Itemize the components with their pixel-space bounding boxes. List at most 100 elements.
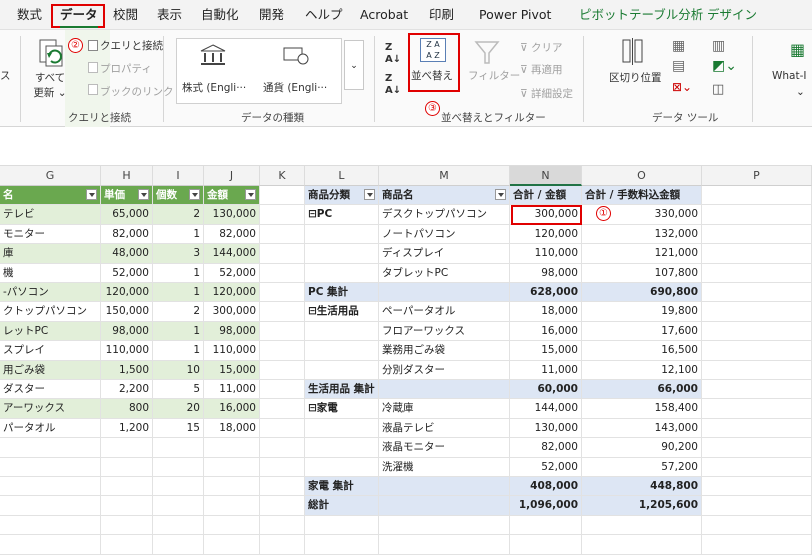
pivot-fee-cell[interactable]: 132,000	[582, 224, 702, 245]
table-cell[interactable]: 機	[0, 263, 101, 283]
pivot-amount-cell[interactable]: 408,000	[510, 477, 582, 497]
grid-cell[interactable]	[702, 515, 812, 536]
datatype-more-button[interactable]: ⌄	[344, 40, 364, 90]
tab-pivot-analyze[interactable]: ピボットテーブル分析	[579, 0, 703, 30]
pivot-amount-cell[interactable]: 1,096,000	[510, 496, 582, 516]
table-cell[interactable]: 20	[153, 399, 204, 419]
grid-cell[interactable]	[0, 496, 101, 516]
tab-view[interactable]: 表示	[157, 0, 182, 30]
filter-button[interactable]: フィルター	[468, 68, 520, 83]
pivot-item-cell[interactable]: 業務用ごみ袋	[379, 341, 510, 361]
grid-cell[interactable]	[702, 263, 812, 283]
col-header-o[interactable]: O	[582, 166, 702, 186]
pivot-fee-cell[interactable]: 90,200	[582, 438, 702, 458]
pivot-amount-cell[interactable]: 15,000	[510, 341, 582, 361]
pivot-fee-cell[interactable]: 143,000	[582, 418, 702, 439]
pivot-amount-cell[interactable]: 18,000	[510, 302, 582, 322]
table-cell[interactable]: 48,000	[101, 244, 153, 264]
pivot-item-cell[interactable]: フロアーワックス	[379, 321, 510, 342]
pivot-header-cell[interactable]: 合計 / 金額	[510, 186, 582, 206]
pivot-fee-cell[interactable]: 121,000	[582, 244, 702, 264]
grid-cell[interactable]	[379, 515, 510, 536]
pivot-fee-cell[interactable]: 448,800	[582, 477, 702, 497]
grid-cell[interactable]	[702, 341, 812, 361]
filter-dropdown-icon[interactable]	[245, 189, 256, 200]
table-cell[interactable]: 52,000	[204, 263, 260, 283]
properties-button[interactable]: プロパティ	[100, 61, 152, 76]
grid-cell[interactable]	[204, 477, 260, 497]
grid-cell[interactable]	[702, 244, 812, 264]
pivot-amount-cell[interactable]: 110,000	[510, 244, 582, 264]
queries-connections-button[interactable]: クエリと接続	[100, 38, 163, 53]
pivot-category-cell[interactable]	[305, 321, 379, 342]
grid-cell[interactable]	[101, 457, 153, 477]
stocks-button[interactable]: 株式 (Engli···	[182, 80, 246, 95]
grid-cell[interactable]	[582, 515, 702, 536]
col-header-i[interactable]: I	[153, 166, 204, 186]
pivot-amount-cell[interactable]: 60,000	[510, 380, 582, 400]
pivot-fee-cell[interactable]: 158,400	[582, 399, 702, 419]
grid-cell[interactable]	[204, 496, 260, 516]
table-cell[interactable]: 2,200	[101, 380, 153, 400]
table-cell[interactable]: 150,000	[101, 302, 153, 322]
relationships-icon[interactable]: ◩⌄	[712, 58, 737, 74]
grid-cell[interactable]	[260, 418, 305, 439]
grid-cell[interactable]	[260, 321, 305, 342]
pivot-fee-cell[interactable]: 66,000	[582, 380, 702, 400]
grid-cell[interactable]	[204, 515, 260, 536]
table-header-cell[interactable]: 金額	[204, 186, 260, 206]
filter-dropdown-icon[interactable]	[86, 189, 97, 200]
filter-dropdown-icon[interactable]	[138, 189, 149, 200]
grid-cell[interactable]	[101, 515, 153, 536]
table-cell[interactable]: 用ごみ袋	[0, 360, 101, 380]
table-cell[interactable]: 144,000	[204, 244, 260, 264]
pivot-category-cell[interactable]	[305, 341, 379, 361]
pivot-item-cell[interactable]: 液晶モニター	[379, 438, 510, 458]
sort-button[interactable]: 並べ替え	[411, 68, 453, 83]
grid-cell[interactable]	[260, 457, 305, 477]
table-cell[interactable]: アーワックス	[0, 399, 101, 419]
table-cell[interactable]: モニター	[0, 224, 101, 245]
table-cell[interactable]: 1	[153, 224, 204, 245]
table-header-cell[interactable]: 個数	[153, 186, 204, 206]
tab-developer[interactable]: 開発	[259, 0, 284, 30]
table-cell[interactable]: 120,000	[204, 283, 260, 303]
manage-data-model-icon[interactable]: ◫	[712, 82, 724, 97]
pivot-fee-cell[interactable]: 17,600	[582, 321, 702, 342]
tab-review[interactable]: 校閲	[113, 0, 138, 30]
table-cell[interactable]: パータオル	[0, 418, 101, 439]
pivot-fee-cell[interactable]: 1,205,600	[582, 496, 702, 516]
col-header-h[interactable]: H	[101, 166, 153, 186]
pivot-amount-cell[interactable]: 628,000	[510, 283, 582, 303]
table-cell[interactable]: 1	[153, 263, 204, 283]
pivot-item-cell[interactable]	[379, 380, 510, 400]
tab-acrobat[interactable]: Acrobat	[360, 0, 408, 30]
grid-cell[interactable]	[260, 360, 305, 380]
grid-cell[interactable]	[702, 321, 812, 342]
grid-cell[interactable]	[702, 438, 812, 458]
filter-dropdown-icon[interactable]	[364, 189, 375, 200]
pivot-header-cell[interactable]: 商品分類	[305, 186, 379, 206]
col-header-m[interactable]: M	[379, 166, 510, 186]
pivot-item-cell[interactable]: 冷蔵庫	[379, 399, 510, 419]
filter-dropdown-icon[interactable]	[189, 189, 200, 200]
grid-cell[interactable]	[0, 438, 101, 458]
pivot-category-cell[interactable]	[305, 224, 379, 245]
pivot-category-cell[interactable]: 生活用品 集計	[305, 380, 379, 400]
sort-ascending-icon[interactable]: Z A↓	[385, 42, 401, 66]
pivot-category-cell[interactable]: ⊟家電	[305, 399, 379, 419]
grid-cell[interactable]	[260, 438, 305, 458]
formula-bar-area[interactable]	[0, 128, 812, 166]
pivot-item-cell[interactable]: デスクトップパソコン	[379, 205, 510, 225]
pivot-header-cell[interactable]: 合計 / 手数料込金額	[582, 186, 702, 206]
pivot-amount-cell[interactable]: 120,000	[510, 224, 582, 245]
table-cell[interactable]: 庫	[0, 244, 101, 264]
pivot-category-cell[interactable]: 総計	[305, 496, 379, 516]
pivot-category-cell[interactable]: 家電 集計	[305, 477, 379, 497]
grid-cell[interactable]	[305, 515, 379, 536]
refresh-all-button[interactable]: すべて 更新 ⌄	[30, 70, 70, 100]
reapply-button[interactable]: ⊽ 再適用	[520, 62, 563, 77]
grid-cell[interactable]	[702, 283, 812, 303]
grid-cell[interactable]	[260, 224, 305, 245]
grid-cell[interactable]	[204, 457, 260, 477]
